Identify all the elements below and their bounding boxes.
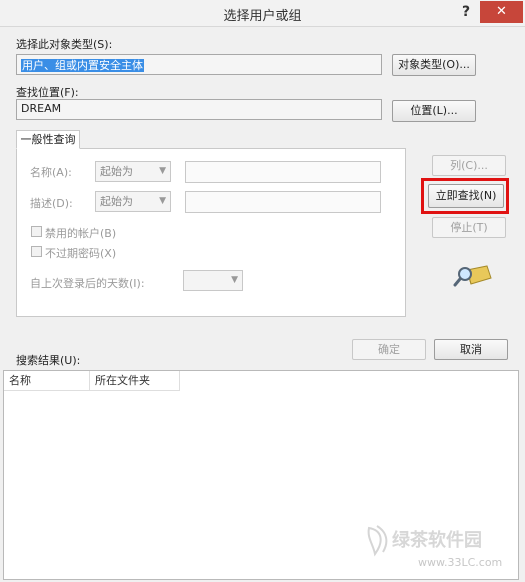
object-types-button[interactable]: 对象类型(O)... [392,54,476,76]
chevron-down-icon: ▼ [159,166,166,176]
chevron-down-icon: ▼ [231,275,238,285]
name-mode-value: 起始为 [100,165,133,178]
object-type-label: 选择此对象类型(S): [16,38,113,51]
description-mode-select[interactable]: 起始为 ▼ [95,191,171,212]
search-results-label: 搜索结果(U): [16,354,81,367]
locations-button[interactable]: 位置(L)... [392,100,476,122]
window-title: 选择用户或组 [223,9,302,24]
column-header-name[interactable]: 名称 [4,371,90,391]
non-expiring-password-label: 不过期密码(X) [45,247,117,260]
name-mode-select[interactable]: 起始为 ▼ [95,161,171,182]
stop-button[interactable]: 停止(T) [432,217,506,238]
magnifier-over-folder-icon [453,262,493,288]
column-header-folder[interactable]: 所在文件夹 [90,371,180,391]
name-label: 名称(A): [30,166,72,179]
columns-button[interactable]: 列(C)... [432,155,506,176]
find-now-highlight [421,178,509,214]
watermark-logo: 绿茶软件园 [392,530,482,551]
watermark-url: www.33LC.com [418,556,503,569]
description-label: 描述(D): [30,197,73,210]
non-expiring-password-checkbox[interactable] [31,246,42,257]
name-input[interactable] [185,161,381,183]
days-since-logon-label: 自上次登录后的天数(I): [30,277,145,290]
chevron-down-icon: ▼ [159,196,166,206]
disabled-accounts-checkbox[interactable] [31,226,42,237]
title-bar: 选择用户或组 ? ✕ [0,0,525,27]
object-type-field[interactable]: 用户、组或内置安全主体 [16,54,382,75]
disabled-accounts-label: 禁用的帐户(B) [45,227,117,240]
location-field[interactable]: DREAM [16,99,382,120]
location-label: 查找位置(F): [16,86,79,99]
description-input[interactable] [185,191,381,213]
help-button[interactable]: ? [457,2,475,22]
cancel-button[interactable]: 取消 [434,339,508,360]
watermark-logo-mark [363,524,391,558]
tab-general-query[interactable]: 一般性查询 [16,130,80,149]
object-type-value: 用户、组或内置安全主体 [21,59,144,72]
description-mode-value: 起始为 [100,195,133,208]
general-query-panel: 名称(A): 起始为 ▼ 描述(D): 起始为 ▼ 禁用的帐户(B) 不过期密码… [16,148,406,317]
days-since-logon-select[interactable]: ▼ [183,270,243,291]
close-button[interactable]: ✕ [480,1,523,23]
ok-button[interactable]: 确定 [352,339,426,360]
